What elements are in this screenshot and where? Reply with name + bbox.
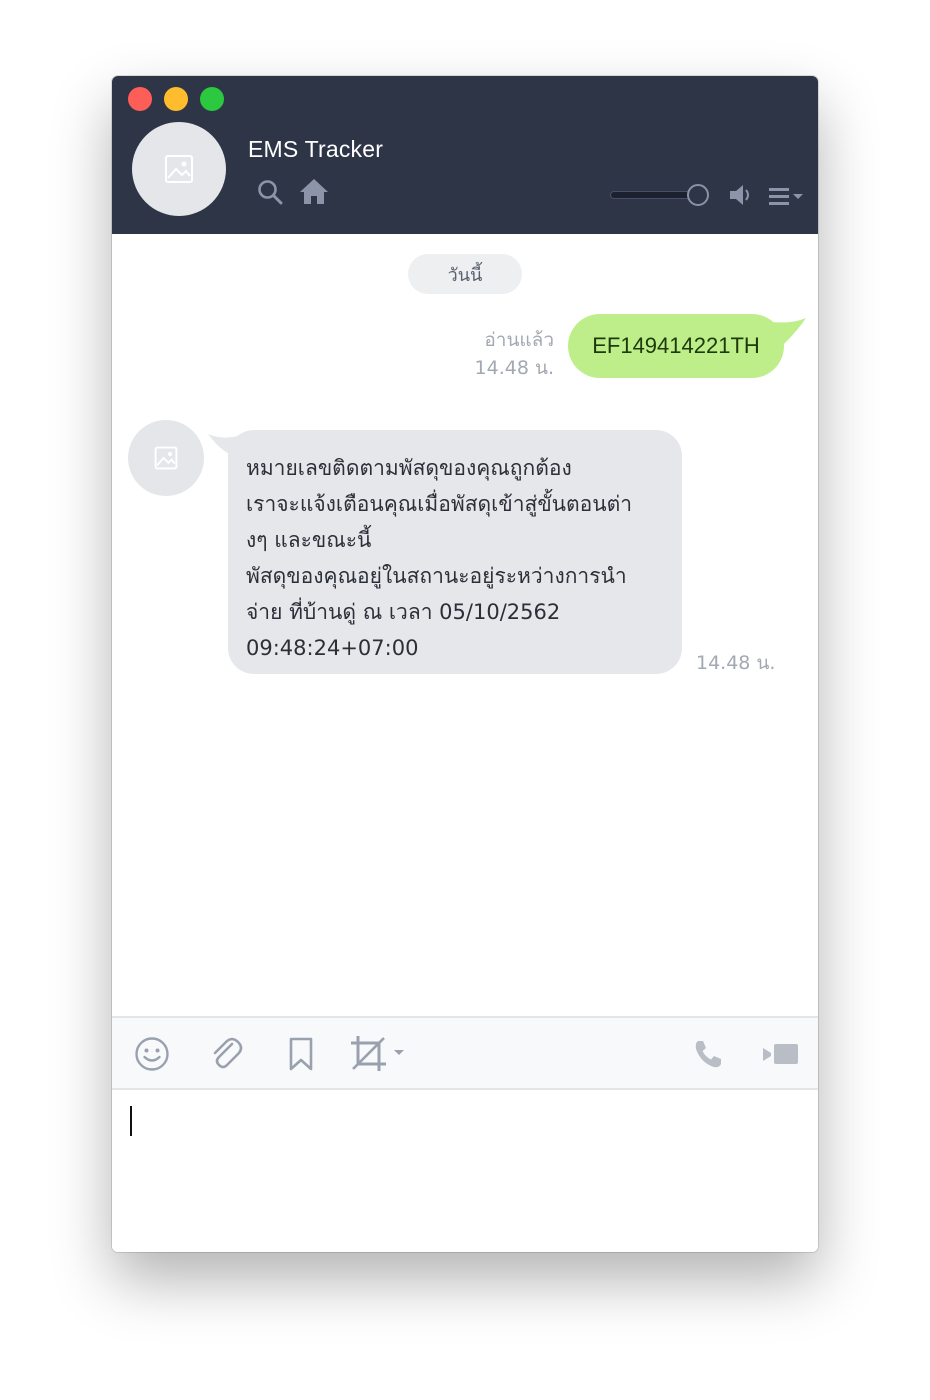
zoom-window-button[interactable] <box>200 87 224 111</box>
message-line: 09:48:24+07:00 <box>246 636 419 660</box>
received-message-bubble[interactable]: หมายเลขติดตามพัสดุของคุณถูกต้อง เราจะแจ้… <box>228 430 682 674</box>
emoji-icon[interactable] <box>132 1034 172 1074</box>
volume-slider[interactable] <box>610 184 710 206</box>
bookmark-icon[interactable] <box>284 1034 318 1074</box>
message-input[interactable] <box>112 1090 818 1252</box>
message-line: พัสดุของคุณอยู่ในสถานะอยู่ระหว่างการนำ <box>246 564 627 588</box>
home-icon[interactable] <box>298 176 330 206</box>
sent-time: 14.48 น. <box>474 357 554 379</box>
menu-icon[interactable] <box>768 184 806 208</box>
read-status: อ่านแล้ว <box>484 329 554 351</box>
speaker-icon[interactable] <box>727 182 755 208</box>
crop-icon[interactable] <box>348 1034 408 1074</box>
close-window-button[interactable] <box>128 87 152 111</box>
message-line: หมายเลขติดตามพัสดุของคุณถูกต้อง <box>246 456 572 480</box>
message-line: เราจะแจ้งเตือนคุณเมื่อพัสดุเข้าสู่ขั้นตอ… <box>246 492 633 516</box>
image-placeholder-icon <box>154 446 178 470</box>
message-line: งๆ และขณะนี้ <box>246 528 372 552</box>
sender-avatar[interactable] <box>128 420 204 496</box>
contact-avatar[interactable] <box>132 122 226 216</box>
compose-toolbar <box>112 1016 818 1090</box>
sent-message-meta: อ่านแล้ว 14.48 น. <box>475 326 554 382</box>
chat-window: EMS Tracker วันนี้ อ่านแล้ว 14.48 น. EF1… <box>112 76 818 1252</box>
video-call-icon[interactable] <box>760 1034 800 1074</box>
image-placeholder-icon <box>165 155 193 183</box>
minimize-window-button[interactable] <box>164 87 188 111</box>
sent-message-bubble[interactable]: EF149414221TH <box>568 314 784 378</box>
chat-header: EMS Tracker <box>112 76 818 234</box>
phone-icon[interactable] <box>690 1034 726 1074</box>
date-separator: วันนี้ <box>408 254 522 294</box>
chat-title: EMS Tracker <box>248 136 384 162</box>
message-line: จ่าย ที่บ้านดู่ ณ เวลา 05/10/2562 <box>246 600 561 624</box>
received-time: 14.48 น. <box>696 652 776 674</box>
text-cursor <box>130 1106 132 1136</box>
attachment-icon[interactable] <box>206 1034 246 1074</box>
search-icon[interactable] <box>256 178 284 206</box>
volume-knob[interactable] <box>687 184 709 206</box>
